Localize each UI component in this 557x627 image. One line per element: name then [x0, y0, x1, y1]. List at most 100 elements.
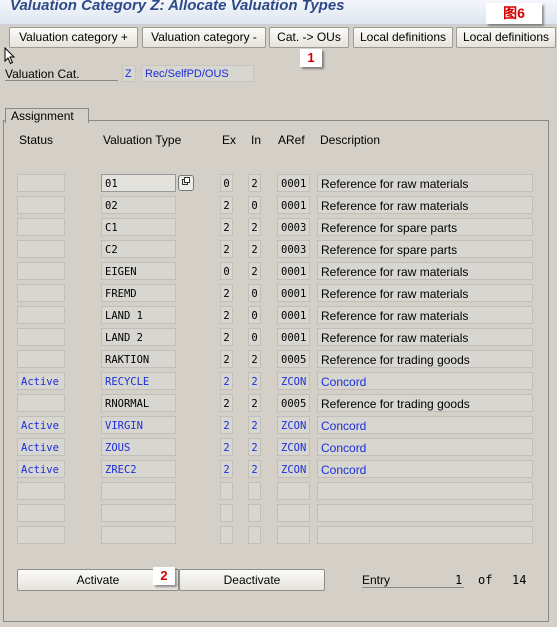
valuation-type-cell[interactable]: FREMD: [101, 284, 176, 302]
aref-cell: 0001: [277, 284, 310, 302]
in-cell: 2: [248, 262, 261, 280]
assignment-tab: Assignment: [5, 108, 89, 123]
description-cell: Concord: [317, 416, 533, 434]
description-cell: Reference for raw materials: [317, 328, 533, 346]
description-cell: Concord: [317, 438, 533, 456]
valuation-type-cell[interactable]: C1: [101, 218, 176, 236]
local-definitions-button[interactable]: Local definitions: [353, 27, 453, 48]
valuation-type-cell[interactable]: LAND 2: [101, 328, 176, 346]
valuation-type-cell[interactable]: [101, 482, 176, 500]
entry-label: Entry: [362, 573, 391, 587]
entry-underline: [362, 587, 464, 588]
in-cell: 2: [248, 460, 261, 478]
in-cell: 2: [248, 416, 261, 434]
aref-cell: 0001: [277, 328, 310, 346]
valuation-type-cell[interactable]: 02: [101, 196, 176, 214]
in-cell: 0: [248, 284, 261, 302]
aref-cell: 0003: [277, 240, 310, 258]
status-cell: Active: [17, 460, 65, 478]
description-cell: [317, 504, 533, 522]
in-cell: 0: [248, 196, 261, 214]
ex-cell: 2: [220, 416, 233, 434]
cat-to-ous-button[interactable]: Cat. -> OUs: [269, 27, 349, 48]
description-cell: [317, 482, 533, 500]
column-header-in: In: [251, 133, 262, 147]
in-cell: [248, 526, 261, 544]
valuation-type-cell[interactable]: ZREC2: [101, 460, 176, 478]
description-cell: Reference for raw materials: [317, 196, 533, 214]
column-header-valuation-type: Valuation Type: [103, 133, 182, 147]
valuation-type-cell[interactable]: LAND 1: [101, 306, 176, 324]
aref-cell: 0001: [277, 174, 310, 192]
aref-cell: [277, 504, 310, 522]
in-cell: 2: [248, 438, 261, 456]
description-cell: Reference for trading goods: [317, 394, 533, 412]
ex-cell: 2: [220, 372, 233, 390]
valuation-type-cell[interactable]: ZOUS: [101, 438, 176, 456]
valuation-cat-label: Valuation Cat.: [5, 67, 80, 81]
valuation-cat-field: Z: [122, 65, 136, 82]
ex-cell: [220, 526, 233, 544]
valuation-cat-description: Rec/SelfPD/OUS: [141, 65, 254, 82]
valuation-type-cell[interactable]: RAKTION: [101, 350, 176, 368]
ex-cell: 2: [220, 306, 233, 324]
valuation-type-cell[interactable]: RNORMAL: [101, 394, 176, 412]
column-header-ex: Ex: [222, 133, 237, 147]
valuation-type-cell[interactable]: VIRGIN: [101, 416, 176, 434]
callout-2: 2: [153, 567, 175, 585]
aref-cell: ZCON: [277, 416, 310, 434]
aref-cell: ZCON: [277, 460, 310, 478]
description-cell: [317, 526, 533, 544]
ex-cell: 2: [220, 284, 233, 302]
ex-cell: 2: [220, 394, 233, 412]
aref-cell: [277, 482, 310, 500]
aref-cell: 0005: [277, 350, 310, 368]
local-definitions-button-2[interactable]: Local definitions: [456, 27, 556, 48]
in-cell: 2: [248, 372, 261, 390]
in-cell: 2: [248, 240, 261, 258]
valuation-type-cell[interactable]: EIGEN: [101, 262, 176, 280]
description-cell: Concord: [317, 460, 533, 478]
ex-cell: 2: [220, 240, 233, 258]
in-cell: 0: [248, 328, 261, 346]
in-cell: 2: [248, 350, 261, 368]
ex-cell: 2: [220, 328, 233, 346]
valuation-type-cell[interactable]: RECYCLE: [101, 372, 176, 390]
description-cell: Reference for raw materials: [317, 306, 533, 324]
status-cell: [17, 240, 65, 258]
ex-cell: 0: [220, 262, 233, 280]
status-cell: Active: [17, 372, 65, 390]
aref-cell: ZCON: [277, 438, 310, 456]
entry-total: 14: [512, 573, 527, 587]
valuation-type-cell[interactable]: C2: [101, 240, 176, 258]
description-cell: Concord: [317, 372, 533, 390]
description-cell: Reference for spare parts: [317, 240, 533, 258]
description-cell: Reference for trading goods: [317, 350, 533, 368]
status-cell: [17, 196, 65, 214]
ex-cell: [220, 482, 233, 500]
valuation-type-cell[interactable]: 01: [101, 174, 176, 192]
in-cell: 2: [248, 218, 261, 236]
label-underline: [5, 80, 118, 81]
valuation-category-add-button[interactable]: Valuation category +: [9, 27, 138, 48]
status-cell: [17, 262, 65, 280]
status-cell: [17, 284, 65, 302]
valuation-category-remove-button[interactable]: Valuation category -: [142, 27, 266, 48]
aref-cell: 0001: [277, 306, 310, 324]
in-cell: [248, 504, 261, 522]
valuation-type-cell[interactable]: [101, 526, 176, 544]
status-cell: [17, 350, 65, 368]
in-cell: 0: [248, 306, 261, 324]
status-cell: [17, 174, 65, 192]
column-header-aref: ARef: [278, 133, 305, 147]
status-cell: Active: [17, 438, 65, 456]
callout-1: 1: [300, 49, 322, 67]
valuation-type-cell[interactable]: [101, 504, 176, 522]
status-cell: [17, 328, 65, 346]
possible-entries-icon[interactable]: [178, 175, 194, 191]
ex-cell: 2: [220, 460, 233, 478]
ex-cell: 2: [220, 196, 233, 214]
status-cell: [17, 218, 65, 236]
deactivate-button[interactable]: Deactivate: [179, 569, 325, 591]
aref-cell: [277, 526, 310, 544]
